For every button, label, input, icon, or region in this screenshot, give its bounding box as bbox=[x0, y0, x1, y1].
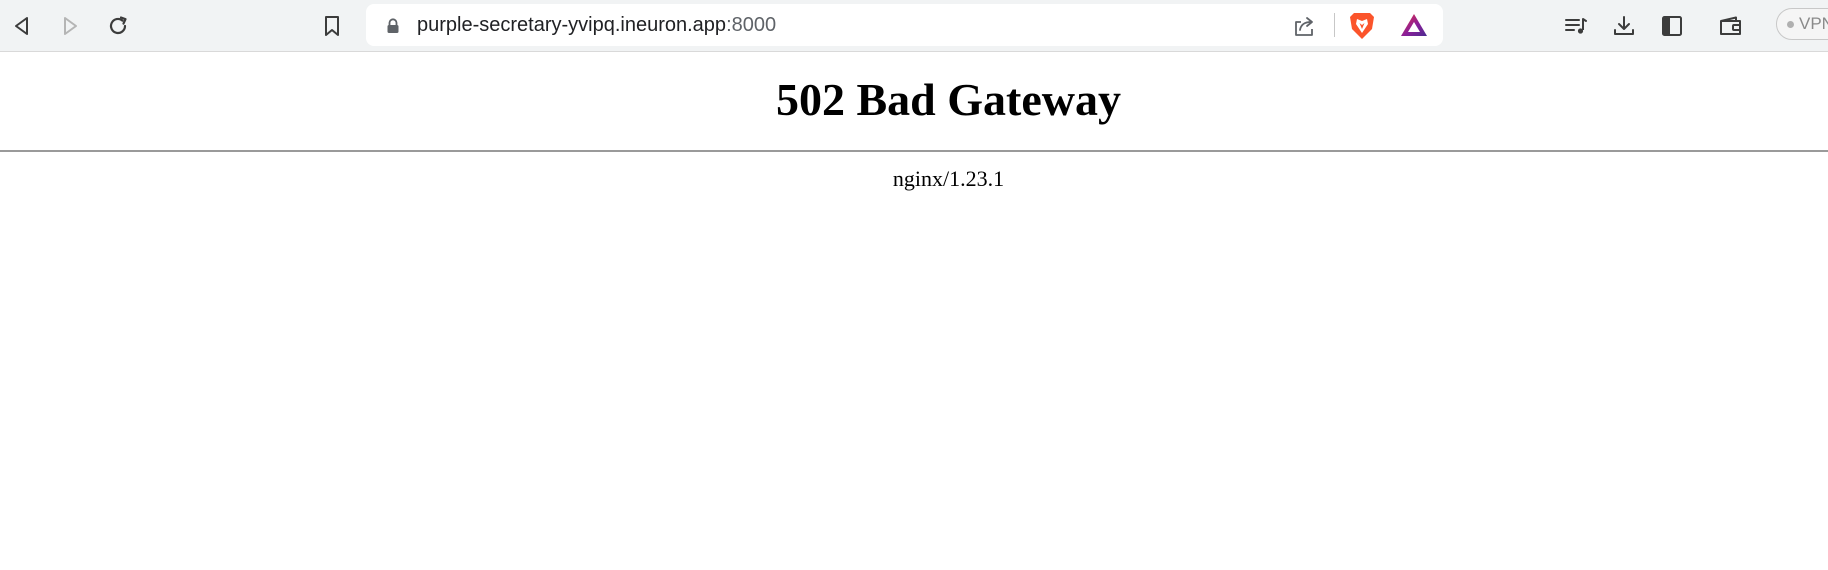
address-bar-separator bbox=[1334, 13, 1335, 37]
sidebar-toggle-button[interactable] bbox=[1657, 11, 1687, 41]
brave-shields-icon[interactable] bbox=[1349, 11, 1375, 41]
playlist-icon bbox=[1565, 18, 1587, 34]
server-signature: nginx/1.23.1 bbox=[892, 166, 1005, 191]
back-icon bbox=[15, 17, 28, 35]
bookmark-icon bbox=[325, 16, 339, 36]
page-content: 502 Bad Gateway nginx/1.23.1 bbox=[0, 52, 1828, 570]
share-icon[interactable] bbox=[1292, 14, 1318, 38]
vpn-label: VPN bbox=[1799, 14, 1828, 33]
back-button[interactable] bbox=[7, 11, 37, 41]
divider bbox=[0, 150, 1828, 152]
page-title: 502 Bad Gateway bbox=[776, 74, 1121, 125]
reload-button[interactable] bbox=[103, 11, 133, 41]
forward-button[interactable] bbox=[55, 11, 85, 41]
wallet-icon bbox=[1720, 16, 1741, 35]
playlist-button[interactable] bbox=[1561, 11, 1591, 41]
lock-icon bbox=[387, 18, 399, 33]
download-icon bbox=[1614, 16, 1634, 35]
url-text[interactable]: purple-secretary-yvipq.ineuron.app:8000 bbox=[417, 4, 776, 46]
brave-rewards-icon[interactable] bbox=[1400, 12, 1428, 38]
sidebar-icon bbox=[1662, 16, 1682, 36]
url-host: purple-secretary-yvipq.ineuron.app bbox=[417, 14, 727, 36]
address-bar[interactable]: purple-secretary-yvipq.ineuron.app:8000 bbox=[366, 4, 1443, 46]
vpn-status-dot bbox=[1787, 21, 1794, 28]
vpn-button[interactable]: VPN bbox=[1776, 8, 1828, 40]
url-port: :8000 bbox=[726, 14, 777, 36]
bookmark-button[interactable] bbox=[317, 11, 347, 41]
reload-icon bbox=[109, 16, 127, 35]
forward-icon bbox=[64, 17, 77, 35]
wallet-button[interactable] bbox=[1716, 11, 1746, 41]
browser-toolbar: purple-secretary-yvipq.ineuron.app:8000 bbox=[0, 0, 1828, 52]
downloads-button[interactable] bbox=[1609, 11, 1639, 41]
